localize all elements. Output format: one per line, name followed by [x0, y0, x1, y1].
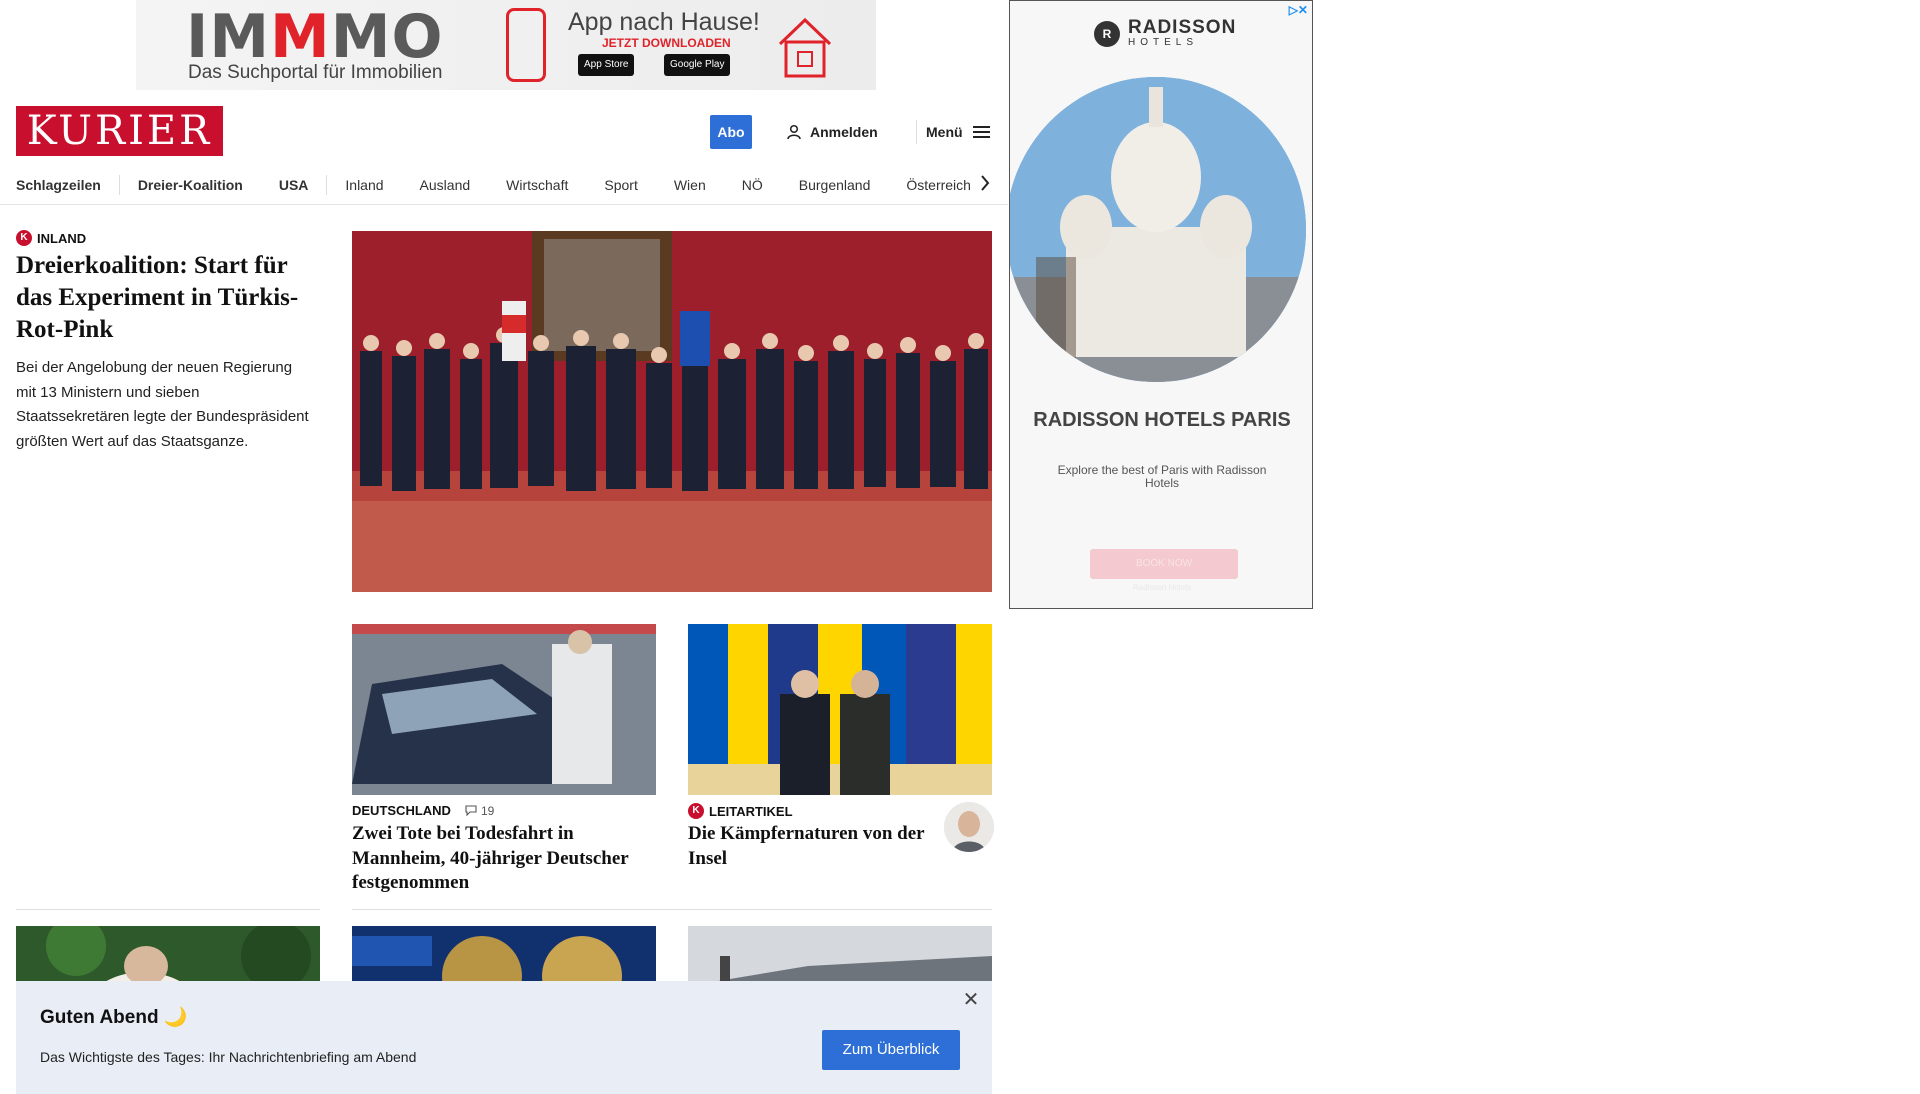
article-a-image[interactable]: [352, 624, 656, 795]
login-button[interactable]: Anmelden: [786, 118, 878, 146]
app-store-badge[interactable]: App Store: [578, 54, 635, 76]
nav-item-usa[interactable]: USA: [261, 177, 327, 193]
adchoices-icon[interactable]: ▷✕: [1289, 3, 1308, 17]
lead-kicker-label: Inland: [37, 230, 87, 246]
abo-button[interactable]: Abo: [710, 115, 752, 149]
nav-item-wien[interactable]: Wien: [656, 177, 724, 193]
ad-headline: RADISSON HOTELS PARIS: [1033, 409, 1291, 431]
nav-item-wirtschaft[interactable]: Wirtschaft: [488, 177, 586, 193]
article-b-title[interactable]: Die Kämpfernaturen von der Insel: [688, 822, 928, 871]
ad-brand: IMMMO: [186, 2, 444, 72]
house-icon: [778, 17, 832, 78]
lead-image[interactable]: [352, 231, 992, 592]
nav-item-ausland[interactable]: Ausland: [402, 177, 489, 193]
author-avatar[interactable]: [944, 802, 994, 852]
lead-kicker[interactable]: K Inland: [16, 230, 86, 246]
side-ad[interactable]: ▷✕ R RADISSON HOTELS RADISSON HOTELS PAR…: [1009, 0, 1313, 609]
comment-icon: [465, 805, 477, 816]
article-a-kicker-row: Deutschland 19: [352, 803, 494, 818]
nav-item-schlagzeilen[interactable]: Schlagzeilen: [16, 177, 119, 193]
lead-teaser[interactable]: Bei der Angelobung der neuen Regierung m…: [16, 356, 316, 454]
briefing-text: Das Wichtigste des Tages: Ihr Nachrichte…: [40, 1049, 417, 1065]
ad-footer: Radisson Hotels: [1132, 583, 1192, 592]
nav-scroll-right-icon[interactable]: [975, 168, 995, 198]
comment-count-value: 19: [480, 803, 495, 818]
top-banner-ad[interactable]: IMMMO Das Suchportal für Immobilien App …: [136, 0, 876, 90]
nav-item-burgenland[interactable]: Burgenland: [781, 177, 889, 193]
article-a-title[interactable]: Zwei Tote bei Todesfahrt in Mannheim, 40…: [352, 822, 662, 896]
nav-item-noe[interactable]: NÖ: [724, 177, 781, 193]
nav-item-sport[interactable]: Sport: [586, 177, 655, 193]
nav-divider-line: [0, 204, 1008, 205]
lead-title[interactable]: Dreierkoalition: Start für das Experimen…: [16, 250, 316, 346]
briefing-overview-button[interactable]: Zum Überblick: [822, 1030, 960, 1070]
kurier-k-icon: K: [16, 230, 32, 246]
briefing-banner: ✕ Guten Abend 🌙 Das Wichtigste des Tages…: [16, 981, 992, 1094]
crashed-car-photo: [352, 624, 656, 795]
article-b-image[interactable]: [688, 624, 992, 795]
header-divider: [916, 120, 917, 144]
ad-subtext: Explore the best of Paris with Radisson …: [1057, 463, 1267, 490]
menu-label: Menü: [926, 124, 963, 140]
ad-brand-logo: R RADISSON HOTELS: [1094, 17, 1237, 48]
nav-item-inland[interactable]: Inland: [327, 177, 401, 193]
kurier-logo[interactable]: KURIER: [16, 106, 223, 156]
login-label: Anmelden: [810, 124, 878, 140]
user-icon: [787, 124, 801, 140]
ad-cta: JETZT DOWNLOADEN: [602, 36, 731, 50]
radisson-mark-icon: R: [1094, 20, 1120, 47]
government-photo: [352, 231, 992, 592]
ad-brand-name: RADISSON: [1128, 17, 1237, 38]
kurier-k-icon: K: [688, 803, 704, 819]
nav-item-dreier-koalition[interactable]: Dreier-Koalition: [120, 177, 261, 193]
close-icon[interactable]: ✕: [960, 989, 982, 1011]
briefing-title: Guten Abend 🌙: [40, 1007, 188, 1028]
section-nav: Schlagzeilen Dreier-Koalition USA Inland…: [16, 166, 992, 204]
google-play-badge[interactable]: Google Play: [664, 54, 731, 76]
nav-item-oesterreich[interactable]: Österreich: [888, 177, 989, 193]
ad-book-button[interactable]: BOOK NOW: [1090, 549, 1238, 579]
ad-headline: App nach Hause!: [568, 8, 760, 36]
hamburger-icon: [972, 126, 990, 138]
phone-icon: [506, 8, 546, 82]
article-b-kicker-label: Leitartikel: [709, 803, 793, 819]
menu-button[interactable]: Menü: [926, 118, 991, 146]
ad-brand-sub: HOTELS: [1128, 37, 1199, 48]
flags-photo: [688, 624, 992, 795]
sacre-coeur-image: [1010, 77, 1306, 382]
comment-count[interactable]: 19: [465, 804, 494, 818]
row-divider: [352, 909, 992, 910]
ad-tagline: Das Suchportal für Immobilien: [188, 62, 443, 83]
row-divider: [16, 909, 320, 910]
article-b-kicker[interactable]: K Leitartikel: [688, 803, 793, 819]
article-a-kicker[interactable]: Deutschland: [352, 803, 451, 818]
